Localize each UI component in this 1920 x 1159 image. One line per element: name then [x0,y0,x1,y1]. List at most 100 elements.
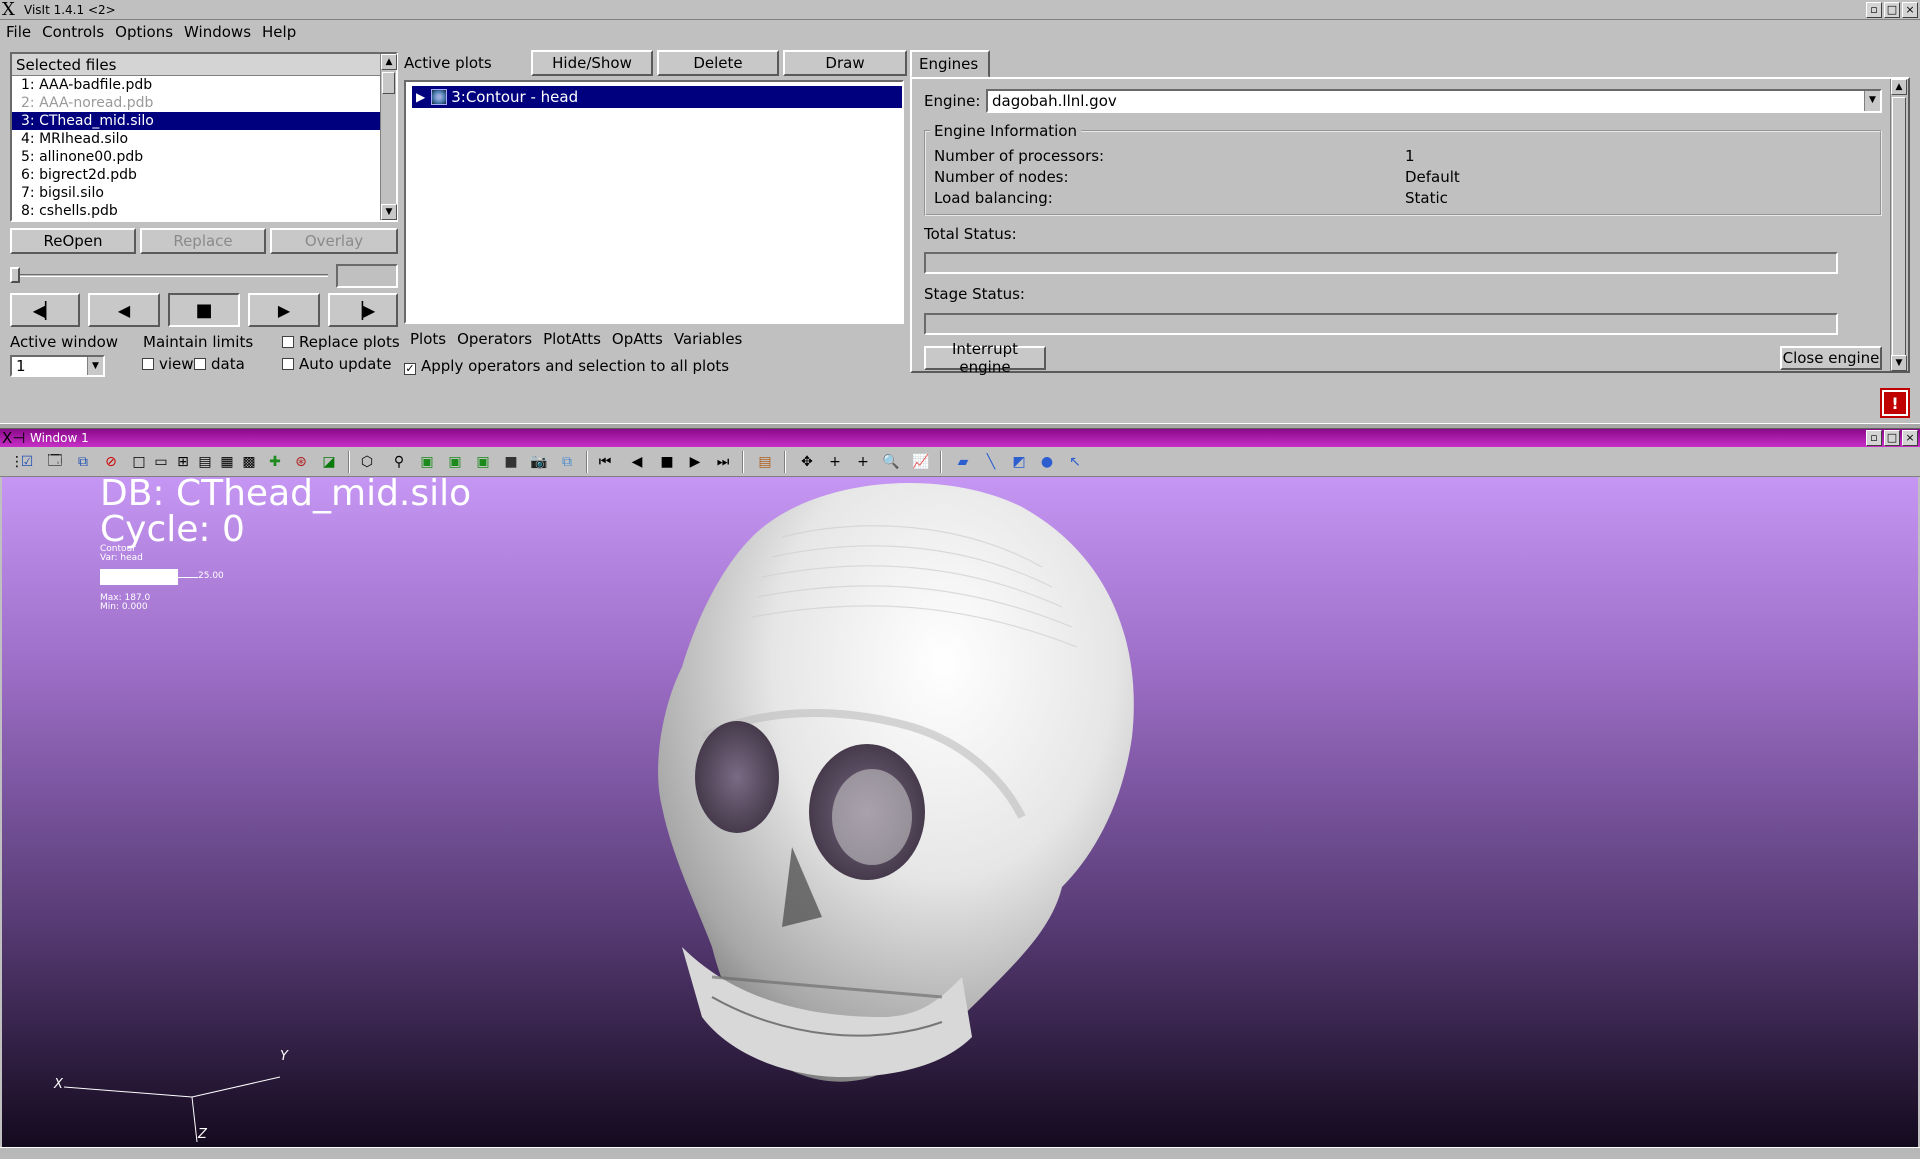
engines-scrollbar[interactable]: ▲ ▼ [1890,79,1907,371]
file-item-selected[interactable]: 3: CThead_mid.silo [12,112,384,130]
maintain-data-checkbox[interactable]: data [194,355,245,373]
box-tool-icon[interactable]: ▰ [952,451,974,473]
layout-3x3-icon[interactable]: ▦ [216,451,238,473]
perspective-icon[interactable]: ⬡ [356,451,378,473]
new-window-icon[interactable]: 🗔 [44,451,66,473]
checkbox-box[interactable] [282,336,294,348]
step-back-button[interactable]: ◀▏ [10,293,80,327]
sphere-tool-icon[interactable]: ● [1036,451,1058,473]
layout-2x3-icon[interactable]: ▤ [194,451,216,473]
hide-show-button[interactable]: Hide/Show [531,50,653,76]
active-window-icon[interactable]: ☑ [16,451,38,473]
time-state-field[interactable] [336,264,398,288]
layout-1x1-icon[interactable]: □ [128,451,150,473]
spin-mode-icon[interactable]: ◪ [318,451,340,473]
maximize-icon[interactable]: □ [1884,2,1900,18]
plot-item-selected[interactable]: ▶ 3:Contour - head [412,86,902,108]
checkbox-box[interactable] [142,358,154,370]
scroll-down-icon[interactable]: ▼ [1891,355,1907,371]
vcr-stop-icon[interactable]: ■ [656,451,678,473]
active-window-select[interactable]: 1 ▼ [10,355,105,377]
vcr-reverse-icon[interactable]: ◀ [626,451,648,473]
time-slider-track[interactable] [10,274,328,277]
minimize-icon[interactable]: ▫ [1866,430,1882,446]
variables-menu[interactable]: Variables [674,330,743,348]
vcr-play-icon[interactable]: ▶ [684,451,706,473]
file-item[interactable]: 4: MRIhead.silo [12,130,384,148]
maximize-icon[interactable]: □ [1884,430,1900,446]
plane-tool-icon[interactable]: ◩ [1008,451,1030,473]
scroll-up-icon[interactable]: ▲ [381,54,397,70]
close-icon[interactable]: × [1902,2,1918,18]
play-button[interactable]: ▶ [248,293,320,327]
plots-menu[interactable]: Plots [410,330,446,348]
undo-view-icon[interactable]: ▣ [444,451,466,473]
copy-window-icon[interactable]: ⧉ [556,451,578,473]
time-slider-window-icon[interactable]: ▤ [754,451,776,473]
reset-view-icon[interactable]: ⚲ [388,451,410,473]
apply-all-checkbox[interactable]: ✓ Apply operators and selection to all pl… [404,357,729,375]
lineout-icon[interactable]: 📈 [910,451,932,473]
file-item[interactable]: 8: cshells.pdb [12,202,384,220]
vcr-step-back-icon[interactable]: ⏮ [594,451,616,473]
replace-plots-checkbox[interactable]: Replace plots [282,333,400,351]
play-reverse-button[interactable]: ◀ [88,293,160,327]
clone-window-icon[interactable]: ⧉ [72,451,94,473]
engine-select[interactable]: dagobah.llnl.gov ▼ [986,89,1882,113]
checkbox-box[interactable] [282,358,294,370]
file-item[interactable]: 2: AAA-noread.pdb [12,94,384,112]
selected-files-list[interactable]: Selected files 1: AAA-badfile.pdb 2: AAA… [10,52,398,222]
recenter-icon[interactable]: ▣ [416,451,438,473]
zoom-icon[interactable]: 🔍 [880,451,902,473]
menu-controls[interactable]: Controls [42,23,104,41]
layout-4x4-icon[interactable]: ▩ [238,451,260,473]
reopen-button[interactable]: ReOpen [10,228,136,254]
lock-view-icon[interactable]: ✚ [264,451,286,473]
file-item[interactable]: 6: bigrect2d.pdb [12,166,384,184]
layout-1x2-icon[interactable]: ▭ [150,451,172,473]
files-scroll-thumb[interactable] [382,72,395,94]
plotatts-menu[interactable]: PlotAtts [543,330,601,348]
menu-options[interactable]: Options [115,23,173,41]
invert-background-icon[interactable]: ■ [500,451,522,473]
toggle-mode-icon[interactable]: ▣ [472,451,494,473]
close-icon[interactable]: × [1902,430,1918,446]
time-slider-handle[interactable] [10,267,20,283]
file-item[interactable]: 7: bigsil.silo [12,184,384,202]
render-viewport[interactable]: DB: CThead_mid.silo Cycle: 0 Contour Var… [2,477,1918,1147]
checkbox-box[interactable] [194,358,206,370]
menu-file[interactable]: File [6,23,31,41]
replace-button[interactable]: Replace [140,228,266,254]
point-tool-icon[interactable]: ↖ [1064,451,1086,473]
stop-button[interactable]: ■ [168,293,240,327]
close-engine-button[interactable]: Close engine [1780,346,1882,370]
lock-time-icon[interactable]: ⊛ [290,451,312,473]
files-scrollbar[interactable]: ▲ ▼ [380,54,397,220]
draw-button[interactable]: Draw [783,50,907,76]
active-plots-list[interactable]: ▶ 3:Contour - head [404,80,904,324]
menu-help[interactable]: Help [262,23,296,41]
chevron-down-icon[interactable]: ▼ [1864,91,1880,111]
engines-scroll-thumb[interactable] [1892,97,1906,365]
zone-pick-icon[interactable]: + [824,451,846,473]
interrupt-engine-button[interactable]: Interrupt engine [924,340,1046,376]
node-pick-icon[interactable]: + [852,451,874,473]
line-tool-icon[interactable]: ╲ [980,451,1002,473]
maintain-view-checkbox[interactable]: view [142,355,194,373]
scroll-down-icon[interactable]: ▼ [381,204,397,220]
navigate-mode-icon[interactable]: ✥ [796,451,818,473]
expand-arrow-icon[interactable]: ▶ [416,90,425,104]
tab-engines[interactable]: Engines [910,50,990,78]
delete-window-icon[interactable]: ⊘ [100,451,122,473]
scroll-up-icon[interactable]: ▲ [1891,79,1907,95]
chevron-down-icon[interactable]: ▼ [87,357,103,375]
auto-update-checkbox[interactable]: Auto update [282,355,391,373]
file-item[interactable]: 5: allinone00.pdb [12,148,384,166]
output-alert-icon[interactable]: ! [1880,388,1910,418]
menu-windows[interactable]: Windows [184,23,251,41]
vcr-step-forward-icon[interactable]: ⏭ [712,451,734,473]
minimize-icon[interactable]: ▫ [1866,2,1882,18]
delete-button[interactable]: Delete [657,50,779,76]
step-forward-button[interactable]: ▕▶ [328,293,398,327]
layout-2x2-icon[interactable]: ⊞ [172,451,194,473]
